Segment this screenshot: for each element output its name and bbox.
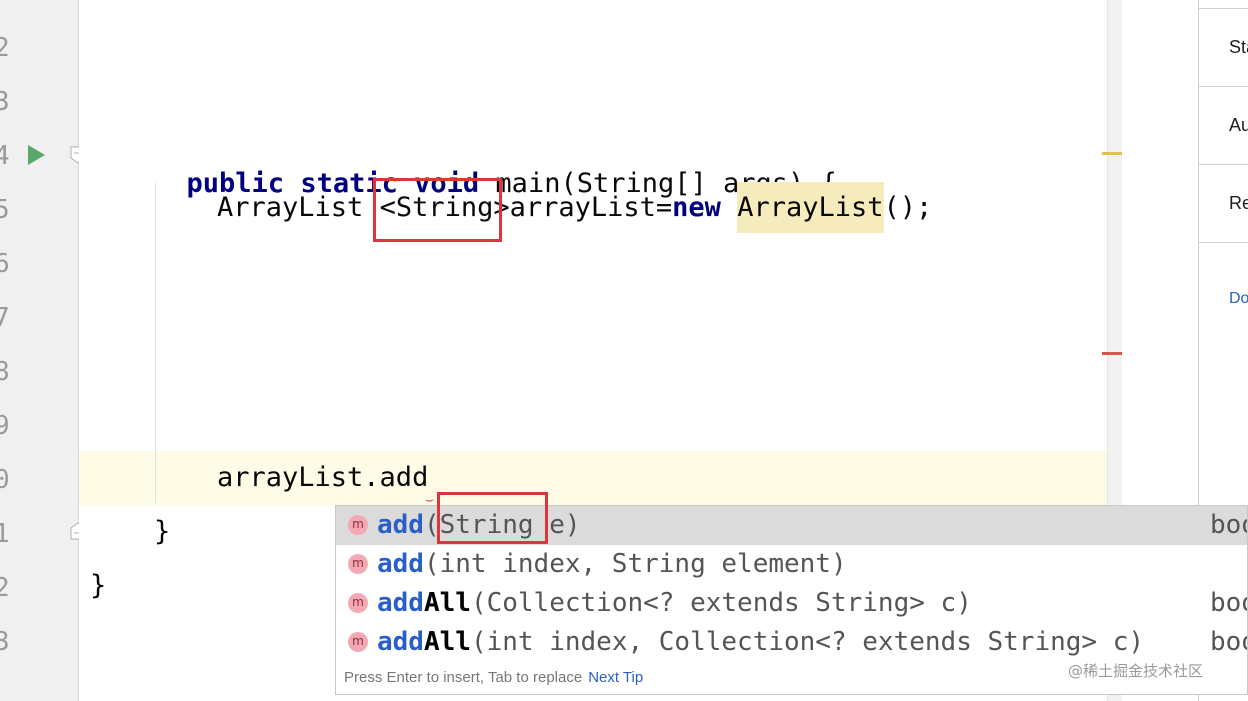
next-tip-link[interactable]: Next Tip <box>588 669 643 686</box>
panel-item-re[interactable]: Re <box>1229 193 1248 214</box>
constructor-arraylist: ArrayList <box>737 182 884 233</box>
completion-footer: Press Enter to insert, Tab to replace Nex… <box>344 669 643 686</box>
method-name: add <box>377 588 424 618</box>
line-number: 1 <box>0 519 10 549</box>
method-icon: m <box>348 515 368 535</box>
completion-item[interactable]: m add(int index, String element) <box>336 545 1247 584</box>
method-name: add <box>377 549 424 579</box>
method-params: (Collection<? extends String> c) <box>470 588 972 618</box>
panel-divider <box>1199 86 1248 87</box>
method-name-suffix: All <box>423 588 471 618</box>
panel-item-au[interactable]: Au <box>1229 115 1248 136</box>
completion-item-text: add(int index, String element) <box>377 548 847 580</box>
completion-item[interactable]: m addAll(int index, Collection<? extends… <box>336 623 1247 662</box>
editor-gutter: 2 3 4 5 6 7 8 9 0 1 2 3 <box>0 0 86 701</box>
panel-divider <box>1199 242 1248 243</box>
method-icon: m <box>348 554 368 574</box>
run-icon[interactable] <box>28 145 45 165</box>
method-params: (int index, Collection<? extends String>… <box>470 627 1145 657</box>
line-number: 0 <box>0 465 10 495</box>
completion-item-text: addAll(Collection<? extends String> c) <box>377 587 972 619</box>
return-type: boo <box>1210 588 1247 618</box>
code-line-close-method[interactable]: } <box>154 517 170 547</box>
line-number: 8 <box>0 357 10 387</box>
method-name: add <box>377 627 424 657</box>
panel-item-sta[interactable]: Sta <box>1229 37 1248 58</box>
keyword-new: new <box>672 192 721 223</box>
indent-guide <box>155 183 156 503</box>
annotation-box-param <box>437 492 548 544</box>
method-name: add <box>377 510 424 540</box>
watermark: @稀土掘金技术社区 <box>1068 662 1204 680</box>
completion-item[interactable]: m addAll(Collection<? extends String> c)… <box>336 584 1247 623</box>
method-icon: m <box>348 632 368 652</box>
panel-divider <box>1199 8 1248 9</box>
line-number: 2 <box>0 33 10 63</box>
footer-hint: Press Enter to insert, Tab to replace <box>344 669 583 686</box>
line-number: 9 <box>0 411 10 441</box>
panel-divider <box>1199 164 1248 165</box>
code-paren-end: (); <box>883 192 933 223</box>
type-arraylist: ArrayList <box>217 192 380 223</box>
method-params: (int index, String element) <box>423 549 847 579</box>
completion-item-text: addAll(int index, Collection<? extends S… <box>377 626 1144 658</box>
line-number: 2 <box>0 573 10 603</box>
line-number: 3 <box>0 87 10 117</box>
code-line-declaration[interactable]: ArrayList <String>arrayList=new ArrayLis… <box>217 182 933 233</box>
warning-marker[interactable] <box>1102 152 1122 155</box>
line-number: 4 <box>0 141 10 171</box>
line-number: 6 <box>0 249 10 279</box>
var-arraylist: arrayList= <box>509 192 673 223</box>
error-marker[interactable] <box>1102 352 1122 355</box>
line-number: 3 <box>0 627 10 657</box>
line-number: 7 <box>0 303 10 333</box>
method-icon: m <box>348 593 368 613</box>
line-number: 5 <box>0 195 10 225</box>
method-name-suffix: All <box>423 627 471 657</box>
annotation-box-generic <box>373 178 502 242</box>
return-type: boo <box>1210 627 1247 657</box>
code-line-add[interactable]: arrayList.add <box>217 463 428 493</box>
code-line-close-class[interactable]: } <box>90 571 106 601</box>
return-type: boo <box>1210 510 1247 540</box>
panel-link-do[interactable]: Do <box>1229 290 1248 308</box>
